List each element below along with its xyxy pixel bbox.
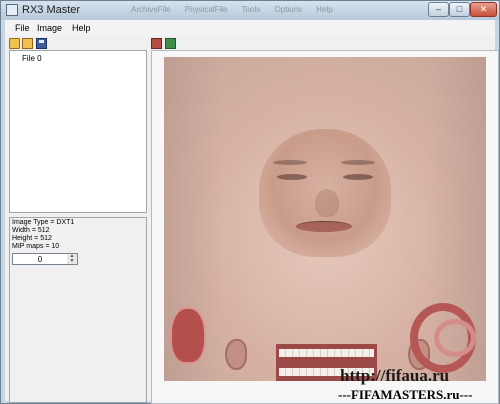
left-ear-texture xyxy=(225,339,247,370)
export-image-icon[interactable] xyxy=(151,38,162,49)
spinner-down-icon[interactable]: ▼ xyxy=(67,259,77,264)
tree-item-file-0[interactable]: File 0 xyxy=(22,54,42,63)
import-image-icon[interactable] xyxy=(165,38,176,49)
watermark-url: http://fifaua.ru xyxy=(340,366,450,385)
right-eyebrow xyxy=(341,160,375,165)
maximize-button[interactable]: □ xyxy=(449,2,470,17)
right-eye xyxy=(343,174,373,180)
mouth xyxy=(296,221,352,232)
save-icon[interactable] xyxy=(36,38,47,49)
height-label: Height = 512 xyxy=(12,235,52,242)
open-folder-icon[interactable] xyxy=(22,38,33,49)
window-title: RX3 Master xyxy=(22,4,81,16)
close-button[interactable]: ✕ xyxy=(470,2,497,17)
app-icon xyxy=(6,4,18,16)
mip-level-spinner[interactable]: 0 ▲ ▼ xyxy=(12,253,78,265)
client-area: File Image Help File 0 Image Type = DXT1… xyxy=(5,20,499,404)
open-folder-icon[interactable] xyxy=(9,38,20,49)
minimize-button[interactable]: – xyxy=(428,2,449,17)
gum-inner-texture xyxy=(434,319,476,357)
watermark-site: ---FIFAMASTERS.ru--- xyxy=(338,387,473,402)
left-eye xyxy=(277,174,307,180)
width-label: Width = 512 xyxy=(12,227,50,234)
file-tree-panel: File 0 xyxy=(9,50,147,213)
image-info-panel: Image Type = DXT1 Width = 512 Height = 5… xyxy=(9,217,147,403)
upper-teeth xyxy=(279,349,374,357)
tongue-texture xyxy=(170,307,206,364)
title-bar[interactable]: RX3 Master ArchiveFile PhysicalFile Tool… xyxy=(1,1,499,20)
texture-preview-panel xyxy=(151,50,499,404)
mip-level-value[interactable]: 0 xyxy=(13,255,67,264)
image-type-label: Image Type = DXT1 xyxy=(12,219,75,226)
nose xyxy=(315,189,339,217)
app-window: RX3 Master ArchiveFile PhysicalFile Tool… xyxy=(0,0,500,404)
menu-bar: File Image Help xyxy=(5,20,495,36)
face-texture-image xyxy=(164,57,486,381)
background-window-menu: ArchiveFile PhysicalFile Tools Options H… xyxy=(131,5,333,14)
mip-maps-label: MIP maps = 10 xyxy=(12,243,60,250)
menu-image[interactable]: Image xyxy=(37,23,62,33)
left-eyebrow xyxy=(273,160,307,165)
menu-file[interactable]: File xyxy=(15,23,30,33)
menu-help[interactable]: Help xyxy=(72,23,91,33)
